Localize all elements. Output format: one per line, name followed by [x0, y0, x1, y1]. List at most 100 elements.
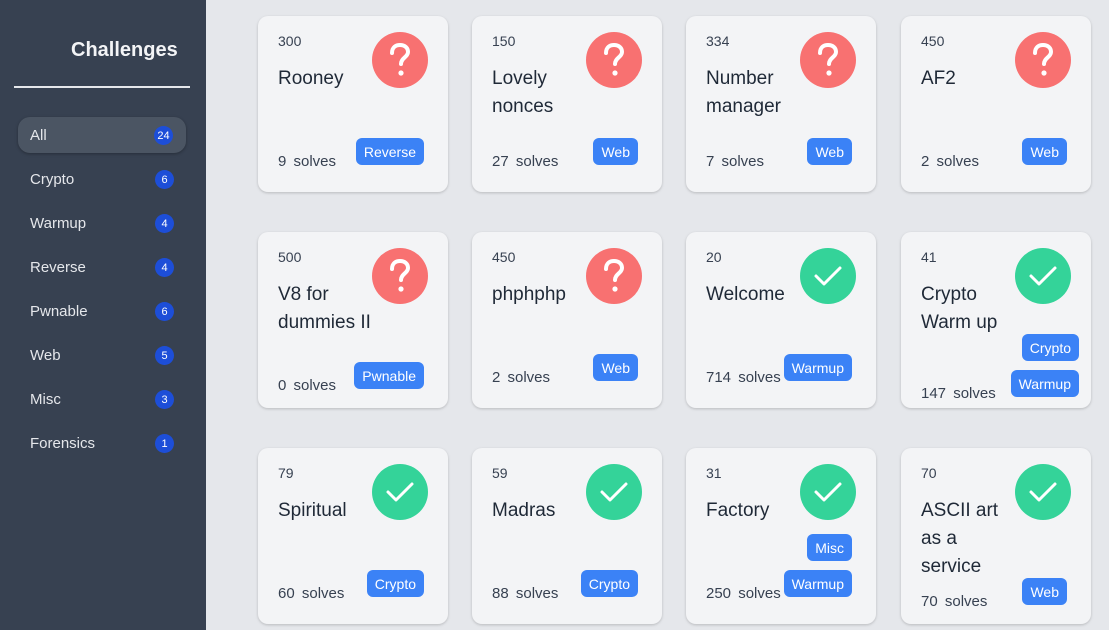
challenge-points: 450 [921, 33, 945, 49]
challenge-name: AF2 [921, 68, 956, 89]
category-label: All [30, 126, 47, 144]
challenge-card[interactable]: 31 Factory 250 solves Misc Warmup [686, 448, 876, 624]
challenge-name: phphphp [492, 284, 566, 305]
challenge-points: 31 [706, 465, 722, 481]
category-misc[interactable]: Misc 3 [18, 381, 186, 417]
challenge-solves: 27 solves [492, 153, 559, 170]
sidebar-title: Challenges [71, 39, 178, 61]
category-count-badge: 6 [155, 170, 174, 189]
challenge-solves: 7 solves [706, 153, 765, 170]
challenge-points: 450 [492, 249, 516, 265]
challenge-points: 500 [278, 249, 302, 265]
category-count-badge: 6 [155, 302, 174, 321]
challenge-name: Spiritual [278, 500, 347, 521]
checkmark-icon [586, 464, 642, 520]
challenge-name: Number manager [706, 68, 781, 117]
category-tag[interactable]: Warmup [783, 570, 852, 597]
category-count-badge: 4 [155, 258, 174, 277]
category-tag[interactable]: Web [1022, 138, 1067, 165]
challenge-card[interactable]: 79 Spiritual 60 solves Crypto [258, 448, 448, 624]
category-tag[interactable]: Web [593, 138, 638, 165]
category-tag[interactable]: Web [1022, 578, 1067, 605]
sidebar-divider [14, 86, 190, 88]
category-tag[interactable]: Web [807, 138, 852, 165]
category-all[interactable]: All 24 [18, 117, 186, 153]
category-label: Forensics [30, 434, 96, 452]
challenge-card[interactable]: 150 Lovely nonces 27 solves Web [472, 16, 662, 192]
challenge-name: ASCII art as a service [921, 500, 999, 577]
challenge-card[interactable]: 334 Number manager 7 solves Web [686, 16, 876, 192]
checkmark-icon [1015, 248, 1071, 304]
category-label: Web [30, 346, 61, 364]
category-tag[interactable]: Warmup [783, 354, 852, 381]
challenge-card[interactable]: 500 V8 for dummies II 0 solves Pwnable [258, 232, 448, 408]
challenge-card[interactable]: 41 Crypto Warm up 147 solves Crypto Warmup [901, 232, 1091, 408]
challenge-solves: 88 solves [492, 585, 559, 602]
challenge-name: Madras [492, 500, 556, 521]
challenge-points: 150 [492, 33, 516, 49]
category-pwnable[interactable]: Pwnable 6 [18, 293, 186, 329]
category-count-badge: 24 [154, 126, 173, 145]
question-mark-icon [1015, 32, 1071, 88]
challenge-solves: 70 solves [921, 593, 988, 610]
challenge-card[interactable]: 450 phphphp 2 solves Web [472, 232, 662, 408]
challenge-points: 79 [278, 465, 294, 481]
challenge-card[interactable]: 20 Welcome 714 solves Warmup [686, 232, 876, 408]
challenge-card[interactable]: 59 Madras 88 solves Crypto [472, 448, 662, 624]
category-forensics[interactable]: Forensics 1 [18, 425, 186, 461]
checkmark-icon [1015, 464, 1071, 520]
category-tag[interactable]: Crypto [1021, 334, 1079, 361]
question-mark-icon [372, 248, 428, 304]
challenge-card[interactable]: 300 Rooney 9 solves Reverse [258, 16, 448, 192]
checkmark-icon [372, 464, 428, 520]
category-count-badge: 1 [155, 434, 174, 453]
category-web[interactable]: Web 5 [18, 337, 186, 373]
category-tag[interactable]: Pwnable [354, 362, 424, 389]
category-label: Crypto [30, 170, 75, 188]
question-mark-icon [372, 32, 428, 88]
challenge-points: 334 [706, 33, 730, 49]
challenge-solves: 60 solves [278, 585, 345, 602]
challenge-name: Rooney [278, 68, 344, 89]
category-tag[interactable]: Crypto [366, 570, 424, 597]
challenge-card[interactable]: 70 ASCII art as a service 70 solves Web [901, 448, 1091, 624]
challenge-name: V8 for dummies II [278, 284, 371, 333]
category-count-badge: 4 [155, 214, 174, 233]
category-label: Misc [30, 390, 61, 408]
challenge-points: 300 [278, 33, 302, 49]
checkmark-icon [800, 464, 856, 520]
challenge-points: 41 [921, 249, 937, 265]
category-count-badge: 3 [155, 390, 174, 409]
category-reverse[interactable]: Reverse 4 [18, 249, 186, 285]
challenge-solves: 2 solves [921, 153, 980, 170]
category-label: Reverse [30, 258, 86, 276]
category-tag[interactable]: Reverse [355, 138, 424, 165]
category-warmup[interactable]: Warmup 4 [18, 205, 186, 241]
category-label: Pwnable [30, 302, 88, 320]
challenge-solves: 0 solves [278, 377, 337, 394]
category-tag[interactable]: Misc [807, 534, 852, 561]
challenge-name: Factory [706, 500, 770, 521]
challenge-name: Lovely nonces [492, 68, 554, 117]
challenge-card[interactable]: 450 AF2 2 solves Web [901, 16, 1091, 192]
challenge-name: Welcome [706, 284, 785, 305]
category-label: Warmup [30, 214, 87, 232]
sidebar: Challenges All 24 Crypto 6 Warmup 4 Reverse 4 Pw… [0, 0, 206, 630]
challenge-solves: 714 solves [706, 369, 781, 386]
challenge-solves: 2 solves [492, 369, 551, 386]
challenge-solves: 147 solves [921, 385, 996, 402]
challenge-solves: 250 solves [706, 585, 781, 602]
category-crypto[interactable]: Crypto 6 [18, 161, 186, 197]
challenge-points: 70 [921, 465, 937, 481]
category-count-badge: 5 [155, 346, 174, 365]
category-tag[interactable]: Warmup [1010, 370, 1079, 397]
challenge-solves: 9 solves [278, 153, 337, 170]
challenge-name: Crypto Warm up [921, 284, 998, 333]
category-tag[interactable]: Web [593, 354, 638, 381]
challenge-points: 59 [492, 465, 508, 481]
checkmark-icon [800, 248, 856, 304]
question-mark-icon [586, 32, 642, 88]
category-tag[interactable]: Crypto [580, 570, 638, 597]
question-mark-icon [800, 32, 856, 88]
question-mark-icon [586, 248, 642, 304]
